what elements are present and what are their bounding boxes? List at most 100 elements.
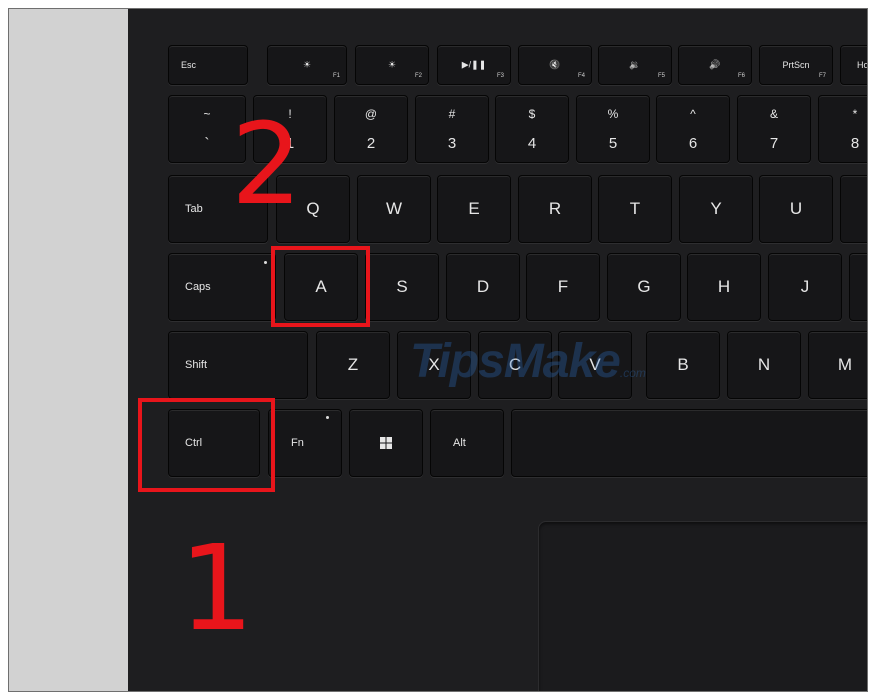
key-shift-symbol: ^ xyxy=(690,107,696,121)
key-g[interactable]: G xyxy=(607,253,681,321)
key-e[interactable]: E xyxy=(437,175,511,243)
key-shift-symbol: & xyxy=(769,107,778,121)
key-label: R xyxy=(548,199,562,218)
key-label: Ho xyxy=(857,60,867,70)
key-label: Shift xyxy=(185,359,208,371)
key-label: M xyxy=(837,355,853,374)
key-shift-symbol: $ xyxy=(528,107,536,121)
key-label: H xyxy=(717,277,731,296)
key-t[interactable]: T xyxy=(598,175,672,243)
key-f5-volume-down[interactable]: 🔉 F5 xyxy=(598,45,672,85)
key-f3-play-pause[interactable]: ▶/❚❚ F3 xyxy=(437,45,511,85)
key-space[interactable] xyxy=(511,409,867,477)
brightness-up-icon: ☀ xyxy=(387,59,397,70)
key-j[interactable]: J xyxy=(768,253,842,321)
key-i[interactable]: I xyxy=(840,175,867,243)
key-label: Fn xyxy=(291,437,304,449)
volume-down-icon: 🔉 xyxy=(629,59,641,70)
key-y[interactable]: Y xyxy=(679,175,753,243)
key-symbol: 8 xyxy=(850,135,860,152)
key-h[interactable]: H xyxy=(687,253,761,321)
key-r[interactable]: R xyxy=(518,175,592,243)
key-4[interactable]: $ 4 xyxy=(495,95,569,163)
key-f1-brightness-down[interactable]: ☀ F1 xyxy=(267,45,347,85)
fn-label: F3 xyxy=(496,73,504,79)
key-2[interactable]: @ 2 xyxy=(334,95,408,163)
key-caps[interactable]: Caps xyxy=(168,253,276,321)
key-u[interactable]: U xyxy=(759,175,833,243)
mute-icon: 🔇 xyxy=(549,59,561,70)
key-s[interactable]: S xyxy=(365,253,439,321)
windows-icon xyxy=(380,437,392,449)
key-symbol: 2 xyxy=(366,135,376,152)
key-label: Alt xyxy=(453,437,466,449)
watermark-suffix: .com xyxy=(619,366,646,380)
fn-label: F1 xyxy=(332,73,340,79)
key-d[interactable]: D xyxy=(446,253,520,321)
watermark-brand: TipsMake xyxy=(410,335,621,388)
key-shift-symbol: % xyxy=(607,107,619,121)
fn-label: F7 xyxy=(818,73,826,79)
key-label: N xyxy=(757,355,771,374)
key-label: E xyxy=(468,199,480,218)
key-f7-prtscn[interactable]: PrtScn F7 xyxy=(759,45,833,85)
key-f6-volume-up[interactable]: 🔊 F6 xyxy=(678,45,752,85)
key-esc[interactable]: Esc xyxy=(168,45,248,85)
key-label: S xyxy=(396,277,408,296)
key-6[interactable]: ^ 6 xyxy=(656,95,730,163)
key-shift-symbol: * xyxy=(852,107,858,121)
key-label: PrtScn xyxy=(782,60,810,70)
step-number-1: 1 xyxy=(179,519,255,657)
key-m[interactable]: M xyxy=(808,331,867,399)
key-symbol: 3 xyxy=(447,135,457,152)
key-label: T xyxy=(629,199,641,218)
trackpad[interactable] xyxy=(538,521,867,691)
volume-up-icon: 🔊 xyxy=(709,59,721,70)
fn-label: F6 xyxy=(737,73,745,79)
key-symbol: 6 xyxy=(688,135,698,152)
highlight-box-a xyxy=(271,246,370,327)
key-shift-symbol: # xyxy=(448,107,456,121)
key-8[interactable]: * 8 xyxy=(818,95,867,163)
key-7[interactable]: & 7 xyxy=(737,95,811,163)
key-label: B xyxy=(677,355,689,374)
key-label: U xyxy=(789,199,803,218)
key-z[interactable]: Z xyxy=(316,331,390,399)
key-label: Caps xyxy=(185,281,211,293)
highlight-box-ctrl xyxy=(138,398,275,492)
key-symbol: 7 xyxy=(769,135,779,152)
caps-indicator-dot xyxy=(264,261,267,264)
key-alt[interactable]: Alt xyxy=(430,409,504,477)
key-label: Z xyxy=(347,355,359,374)
key-label: D xyxy=(476,277,490,296)
key-n[interactable]: N xyxy=(727,331,801,399)
key-symbol: 5 xyxy=(608,135,618,152)
key-b[interactable]: B xyxy=(646,331,720,399)
key-label: G xyxy=(637,277,651,296)
key-f4-mute[interactable]: 🔇 F4 xyxy=(518,45,592,85)
key-f[interactable]: F xyxy=(526,253,600,321)
key-shift-symbol: @ xyxy=(364,107,378,121)
brightness-down-icon: ☀ xyxy=(302,59,312,70)
fn-indicator-dot xyxy=(326,416,329,419)
fn-label: F4 xyxy=(577,73,585,79)
key-f2-brightness-up[interactable]: ☀ F2 xyxy=(355,45,429,85)
key-label: J xyxy=(800,277,810,296)
key-fn[interactable]: Fn xyxy=(268,409,342,477)
watermark-logo: TipsMake.com xyxy=(410,334,646,389)
key-shift[interactable]: Shift xyxy=(168,331,308,399)
key-3[interactable]: # 3 xyxy=(415,95,489,163)
key-w[interactable]: W xyxy=(357,175,431,243)
key-5[interactable]: % 5 xyxy=(576,95,650,163)
play-pause-icon: ▶/❚❚ xyxy=(461,59,487,70)
key-symbol: 4 xyxy=(527,135,537,152)
key-home[interactable]: Ho xyxy=(840,45,867,85)
step-number-2: 2 xyxy=(231,100,303,230)
image-frame: Esc ☀ F1 ☀ F2 ▶/❚❚ F3 🔇 F4 🔉 F5 🔊 F6 Prt… xyxy=(8,8,868,692)
key-k[interactable]: K xyxy=(849,253,867,321)
key-label: Esc xyxy=(181,60,197,70)
key-label: Y xyxy=(710,199,722,218)
key-label: W xyxy=(385,199,403,218)
key-windows[interactable] xyxy=(349,409,423,477)
fn-label: F5 xyxy=(657,73,665,79)
